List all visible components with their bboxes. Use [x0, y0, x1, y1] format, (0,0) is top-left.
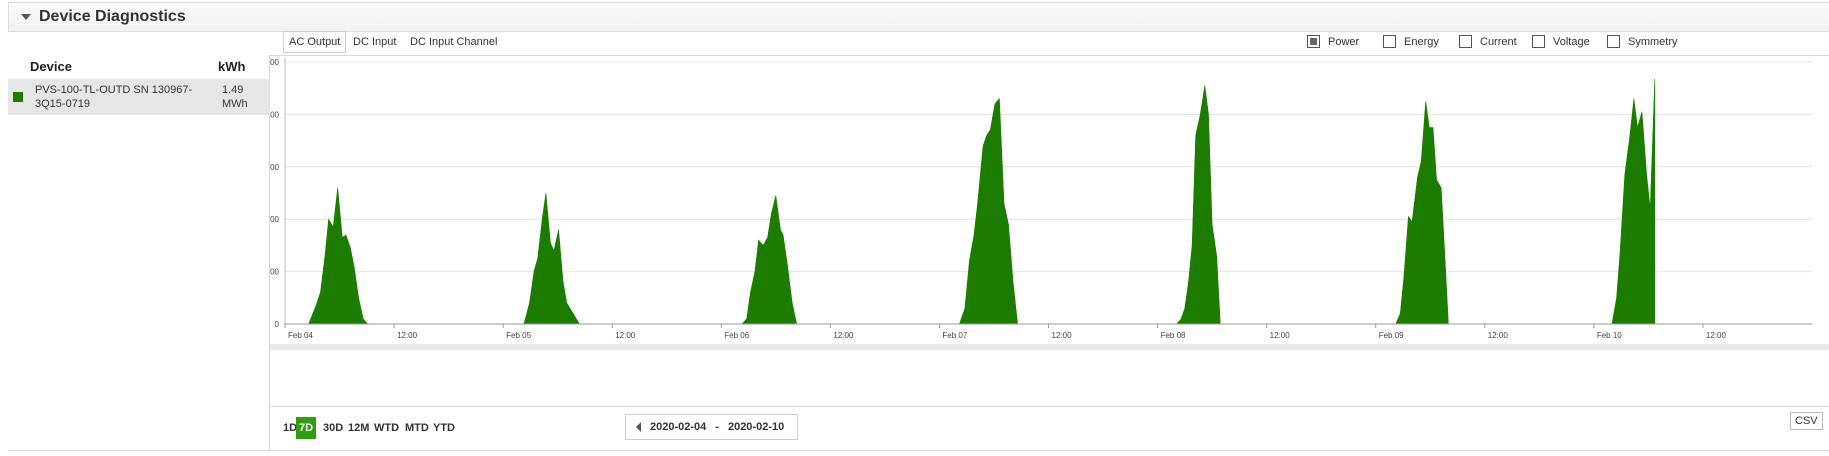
x-tick-label: 12:00: [1706, 331, 1727, 340]
option-energy[interactable]: Energy: [1383, 35, 1439, 48]
date-start: 2020-02-04: [650, 421, 707, 433]
chart-tabs: AC Output DC Input DC Input Channel Powe…: [270, 28, 1829, 56]
energy-checkbox[interactable]: [1383, 35, 1396, 48]
power-area-2020-02-06: [741, 195, 798, 325]
csv-export-button[interactable]: CSV: [1790, 412, 1823, 430]
symmetry-label: Symmetry: [1628, 35, 1678, 48]
y-tick-label: 40,000: [270, 110, 280, 119]
x-tick-label: 12:00: [1488, 331, 1509, 340]
x-tick-label: Feb 08: [1161, 331, 1186, 340]
x-tick-label: 12:00: [1270, 331, 1291, 340]
tab-dc-input[interactable]: DC Input: [347, 31, 402, 53]
y-tick-label: 50,000: [270, 58, 280, 67]
power-area-2020-02-05: [523, 192, 581, 325]
x-tick-label: Feb 05: [506, 331, 531, 340]
caret-down-icon[interactable]: [21, 14, 31, 20]
chart-footer: 1D 7D 30D 12M WTD MTD YTD 2020-02-04 - 2…: [270, 406, 1829, 450]
date-range-picker[interactable]: 2020-02-04 - 2020-02-10: [625, 414, 798, 440]
voltage-label: Voltage: [1553, 35, 1590, 48]
series-color-swatch: [13, 92, 23, 102]
current-checkbox[interactable]: [1459, 35, 1472, 48]
range-wtd-button[interactable]: WTD: [371, 417, 402, 439]
x-tick-label: 12:00: [833, 331, 854, 340]
power-area-2020-02-10: [1611, 78, 1656, 325]
range-30d-button[interactable]: 30D: [320, 417, 346, 439]
bottom-divider: [8, 450, 1829, 451]
option-voltage[interactable]: Voltage: [1532, 35, 1590, 48]
range-mtd-button[interactable]: MTD: [402, 417, 432, 439]
kwh-column-header: kWh: [218, 59, 246, 74]
tab-ac-output[interactable]: AC Output: [283, 31, 347, 53]
device-energy-value: 1.49 MWh: [222, 84, 248, 110]
y-tick-label: 20,000: [270, 215, 280, 224]
current-label: Current: [1480, 35, 1517, 48]
date-end: 2020-02-10: [727, 421, 785, 433]
device-table-header: Device kWh: [8, 55, 270, 77]
device-row[interactable]: PVS-100-TL-OUTD SN 130967-3Q15-0719 1.49…: [8, 79, 270, 115]
power-area-2020-02-07: [958, 97, 1018, 325]
device-panel: Device kWh PVS-100-TL-OUTD SN 130967-3Q1…: [8, 55, 270, 450]
option-symmetry[interactable]: Symmetry: [1607, 35, 1678, 48]
x-tick-label: Feb 07: [942, 331, 967, 340]
power-chart-svg[interactable]: 010,00020,00030,00040,00050,000WFeb 0412…: [270, 56, 1829, 406]
x-tick-label: Feb 06: [724, 331, 749, 340]
range-ytd-button[interactable]: YTD: [430, 417, 458, 439]
device-name: PVS-100-TL-OUTD SN 130967-3Q15-0719: [35, 84, 193, 110]
x-tick-label: 12:00: [397, 331, 418, 340]
power-chart[interactable]: 010,00020,00030,00040,00050,000WFeb 0412…: [270, 56, 1829, 406]
voltage-checkbox[interactable]: [1532, 35, 1545, 48]
power-label: Power: [1328, 35, 1360, 48]
y-tick-label: 10,000: [270, 268, 280, 277]
x-tick-label: Feb 09: [1379, 331, 1404, 340]
x-tick-label: 12:00: [1052, 331, 1073, 340]
range-12m-button[interactable]: 12M: [345, 417, 372, 439]
device-column-header: Device: [30, 59, 72, 74]
range-7d-button[interactable]: 7D: [296, 417, 317, 439]
date-separator: -: [715, 421, 719, 433]
section-title: Device Diagnostics: [39, 8, 186, 25]
option-current[interactable]: Current: [1459, 35, 1517, 48]
x-tick-label: 12:00: [615, 331, 636, 340]
power-area-2020-02-08: [1176, 85, 1221, 325]
option-power[interactable]: Power: [1307, 35, 1359, 48]
power-area-2020-02-09: [1395, 101, 1449, 325]
power-checkbox[interactable]: [1307, 35, 1320, 48]
arrow-left-icon[interactable]: [636, 422, 641, 432]
y-tick-label: 30,000: [270, 163, 280, 172]
x-tick-label: Feb 10: [1597, 331, 1622, 340]
symmetry-checkbox[interactable]: [1607, 35, 1620, 48]
y-tick-label: 0: [275, 320, 280, 329]
tab-dc-input-channel[interactable]: DC Input Channel: [404, 31, 503, 53]
power-area-2020-02-04: [308, 187, 369, 325]
x-tick-label: Feb 04: [288, 331, 313, 340]
energy-label: Energy: [1404, 35, 1439, 48]
